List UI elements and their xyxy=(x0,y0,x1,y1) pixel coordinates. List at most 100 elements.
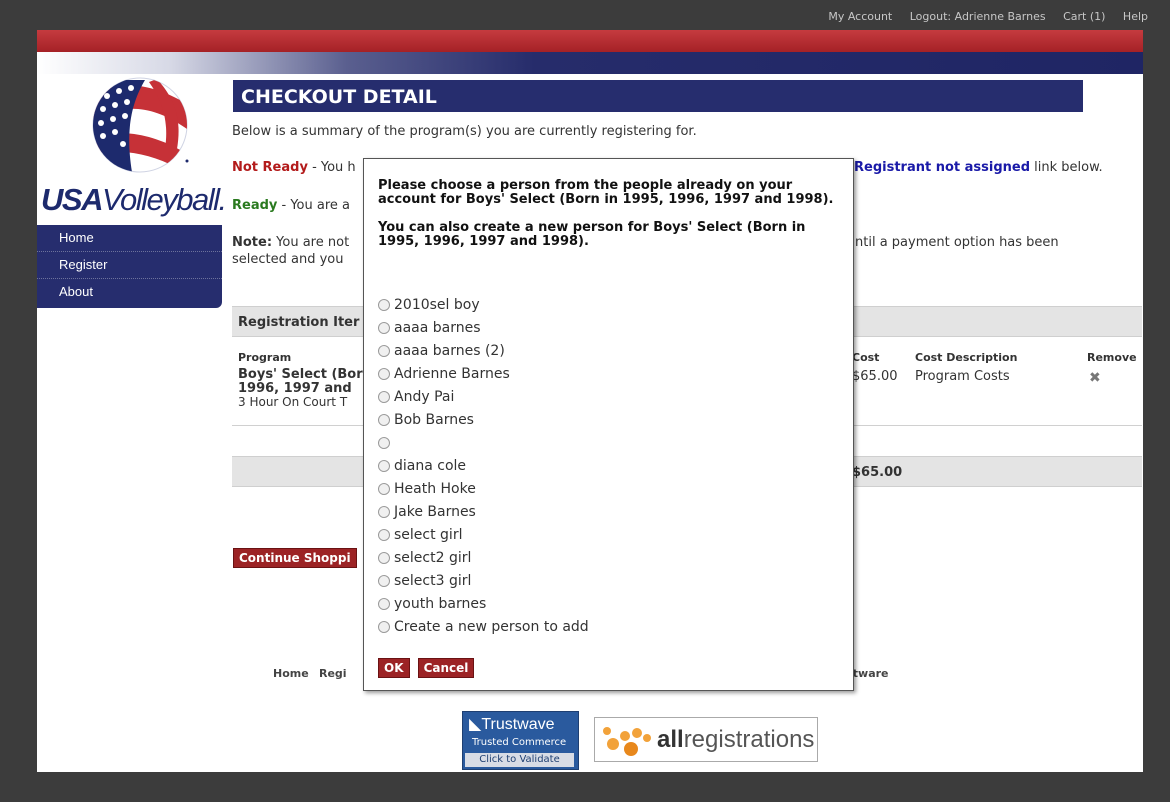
nav-item-about[interactable]: About xyxy=(37,279,222,308)
radio-button[interactable] xyxy=(378,367,390,380)
person-option[interactable]: aaaa barnes xyxy=(378,316,589,339)
dialog-buttons: OK Cancel xyxy=(378,657,477,678)
logo-usa: USA xyxy=(41,182,103,217)
radio-button[interactable] xyxy=(378,413,390,426)
my-account-link[interactable]: My Account xyxy=(828,10,892,23)
radio-button[interactable] xyxy=(378,620,390,633)
radio-button[interactable] xyxy=(378,436,390,449)
program-name-1: Boys' Select (Bor xyxy=(238,367,363,382)
footer-home-link[interactable]: Home xyxy=(273,667,309,680)
person-option[interactable]: select3 girl xyxy=(378,569,589,592)
radio-button[interactable] xyxy=(378,390,390,403)
not-ready-label: Not Ready xyxy=(232,160,308,175)
person-option[interactable]: Andy Pai xyxy=(378,385,589,408)
footer-software-link[interactable]: ftware xyxy=(848,667,889,680)
trustwave-validate: Click to Validate xyxy=(465,753,574,767)
trustwave-logo-icon: ◣ xyxy=(469,716,482,733)
nav-item-home[interactable]: Home xyxy=(37,225,222,252)
continue-shopping-button-wrap: Continue Shoppi xyxy=(233,548,357,568)
ready-label: Ready xyxy=(232,198,278,213)
choose-person-dialog: Please choose a person from the people a… xyxy=(363,158,854,691)
link-below-text: link below. xyxy=(1030,160,1103,175)
option-label: diana cole xyxy=(394,457,467,474)
person-option[interactable]: Bob Barnes xyxy=(378,408,589,431)
logo-wordmark: USAVolleyball. xyxy=(41,182,227,218)
radio-button[interactable] xyxy=(378,321,390,334)
radio-button[interactable] xyxy=(378,482,390,495)
option-label: Heath Hoke xyxy=(394,480,476,497)
continue-shopping-button[interactable]: Continue Shoppi xyxy=(233,548,357,568)
trustwave-title: ◣Trustwave xyxy=(469,714,555,734)
option-label: 2010sel boy xyxy=(394,296,480,313)
header-red-band xyxy=(37,30,1143,52)
dialog-line-2: You can also create a new person for Boy… xyxy=(378,220,806,249)
option-label: select2 girl xyxy=(394,549,472,566)
radio-button[interactable] xyxy=(378,551,390,564)
registrant-not-assigned-link[interactable]: Registrant not assigned xyxy=(854,160,1030,175)
not-ready-text: - You h xyxy=(307,160,356,175)
col-cost: Cost xyxy=(852,351,880,364)
footer-register-link[interactable]: Regi xyxy=(319,667,347,680)
person-option[interactable]: youth barnes xyxy=(378,592,589,615)
program-cost-description: Program Costs xyxy=(915,369,1010,384)
trustwave-subtitle: Trusted Commerce xyxy=(472,737,567,748)
note-label: Note: xyxy=(232,235,273,250)
top-bar: My Account Logout: Adrienne Barnes Cart … xyxy=(0,0,1170,30)
allreg-rest: registrations xyxy=(683,726,815,753)
trustwave-badge[interactable]: ◣Trustwave Trusted Commerce Click to Val… xyxy=(462,711,579,770)
dialog-instructions: Please choose a person from the people a… xyxy=(378,179,838,263)
radio-button[interactable] xyxy=(378,528,390,541)
person-option[interactable]: diana cole xyxy=(378,454,589,477)
option-label: aaaa barnes xyxy=(394,319,481,336)
cart-link[interactable]: Cart (1) xyxy=(1063,10,1105,23)
program-cost: $65.00 xyxy=(852,369,898,384)
ok-button[interactable]: OK xyxy=(378,658,410,678)
person-option[interactable] xyxy=(378,431,589,454)
option-label: Andy Pai xyxy=(394,388,455,405)
person-option[interactable]: Jake Barnes xyxy=(378,500,589,523)
not-ready-line: Not Ready - You h xyxy=(232,160,356,175)
sidebar-nav: Home Register About xyxy=(37,225,222,308)
radio-button[interactable] xyxy=(378,597,390,610)
summary-text: Below is a summary of the program(s) you… xyxy=(232,124,697,139)
option-label: youth barnes xyxy=(394,595,487,612)
option-label: Jake Barnes xyxy=(394,503,476,520)
program-detail: 3 Hour On Court T xyxy=(238,395,348,409)
note-text: You are not xyxy=(272,235,350,250)
option-label: aaaa barnes (2) xyxy=(394,342,505,359)
program-name-2: 1996, 1997 and xyxy=(238,381,352,396)
option-label: select3 girl xyxy=(394,572,472,589)
person-option[interactable]: aaaa barnes (2) xyxy=(378,339,589,362)
person-option[interactable]: select girl xyxy=(378,523,589,546)
ready-text: - You are a xyxy=(277,198,351,213)
remove-icon[interactable]: ✖ xyxy=(1089,370,1101,386)
radio-button[interactable] xyxy=(378,344,390,357)
radio-button[interactable] xyxy=(378,505,390,518)
section-title: Registration Iter xyxy=(238,315,360,330)
col-cost-description: Cost Description xyxy=(915,351,1018,364)
page-title: CHECKOUT DETAIL xyxy=(233,80,1083,112)
total-amount: $65.00 xyxy=(852,465,903,480)
dialog-line-1: Please choose a person from the people a… xyxy=(378,178,834,207)
create-new-person-option[interactable]: Create a new person to add xyxy=(378,615,589,638)
person-option[interactable]: select2 girl xyxy=(378,546,589,569)
person-option[interactable]: Heath Hoke xyxy=(378,477,589,500)
col-remove: Remove xyxy=(1087,351,1137,364)
help-link[interactable]: Help xyxy=(1123,10,1148,23)
person-option[interactable]: 2010sel boy xyxy=(378,293,589,316)
radio-button[interactable] xyxy=(378,574,390,587)
radio-button[interactable] xyxy=(378,459,390,472)
header-blue-band xyxy=(37,52,1143,74)
top-links: My Account Logout: Adrienne Barnes Cart … xyxy=(814,10,1148,23)
allregistrations-badge[interactable]: allregistrations xyxy=(594,717,818,762)
trustwave-title-text: Trustwave xyxy=(481,716,555,733)
note-text-cont: ntil a payment option has been xyxy=(855,235,1059,250)
option-label: Bob Barnes xyxy=(394,411,474,428)
person-option[interactable]: Adrienne Barnes xyxy=(378,362,589,385)
col-program: Program xyxy=(238,351,292,364)
cancel-button[interactable]: Cancel xyxy=(417,658,475,678)
logout-link[interactable]: Logout: Adrienne Barnes xyxy=(910,10,1046,23)
nav-item-register[interactable]: Register xyxy=(37,252,222,279)
note-line: Note: You are not xyxy=(232,235,349,250)
radio-button[interactable] xyxy=(378,298,390,311)
